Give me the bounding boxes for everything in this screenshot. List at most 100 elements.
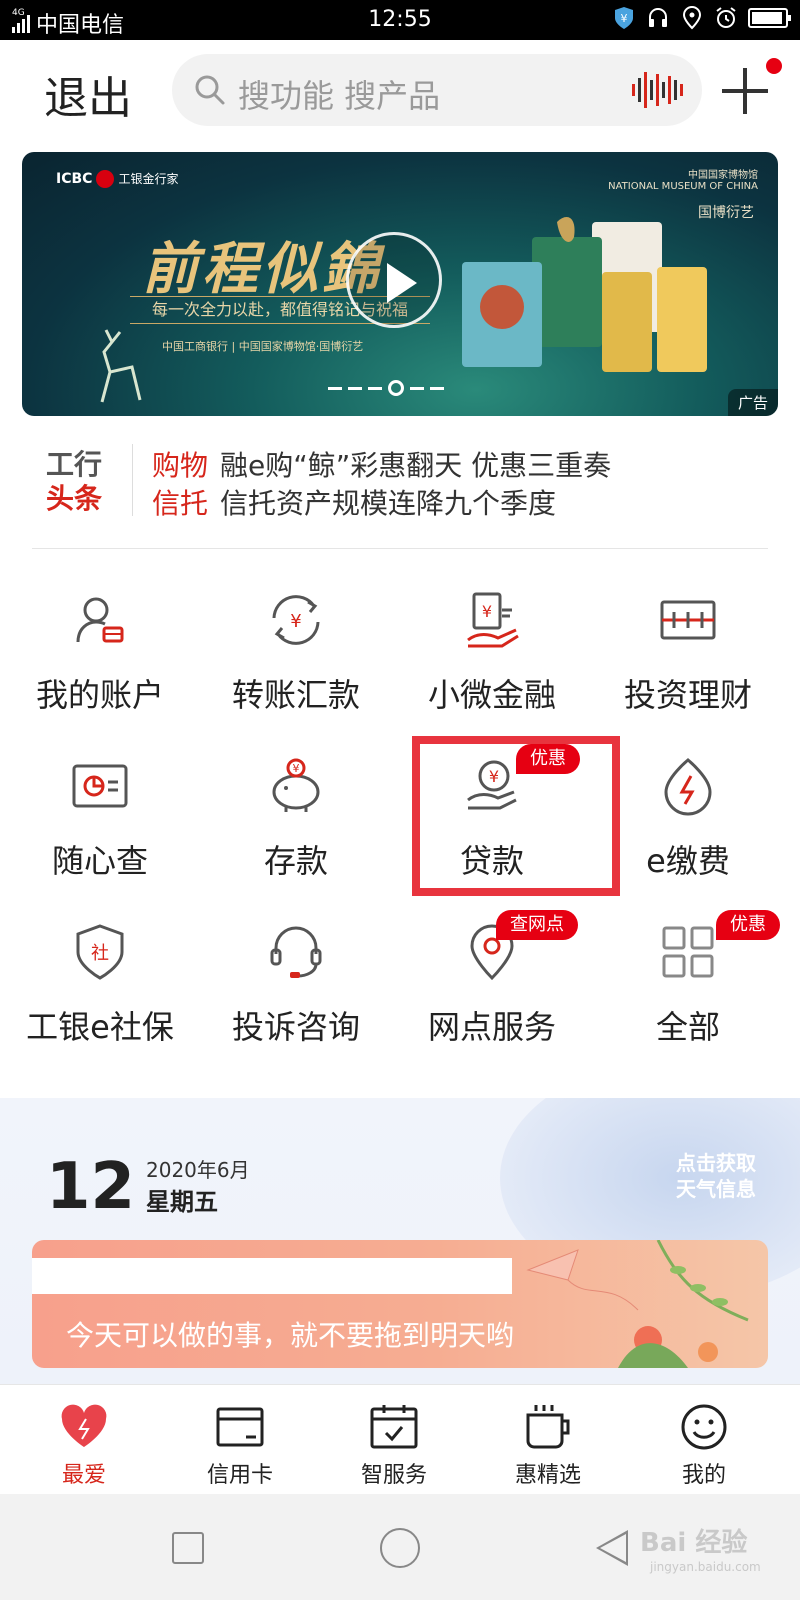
home-icon[interactable] [380,1528,420,1568]
svg-text:¥: ¥ [293,762,300,775]
account-icon [76,597,124,643]
tab-label: 我的 [681,1463,726,1488]
bottom-tab-bar: 最爱 信用卡 智服务 惠精选 我的 [0,1384,800,1494]
date-day: 12 [46,1150,136,1224]
service-deposit[interactable]: ¥ 存款 [196,736,396,896]
service-label: 转账汇款 [231,676,360,714]
social-security-icon: 社 [76,924,124,980]
service-social-security[interactable]: 社 工银e社保 [0,902,200,1062]
alarm-icon [714,6,738,30]
svg-text:¥: ¥ [290,611,301,632]
tab-mine[interactable]: 我的 [624,1385,784,1495]
svg-text:社: 社 [91,943,109,964]
service-label: 小微金融 [427,676,556,714]
status-right: ¥ [612,6,791,30]
promo-banner[interactable]: ICBC 工银金行家 中国国家博物馆 NATIONAL MUSEUM OF CHI… [22,152,778,416]
service-label: 我的账户 [35,676,164,714]
headset-icon [270,926,322,978]
service-label: 投诉咨询 [231,1008,360,1046]
voice-wave-icon[interactable] [630,70,688,114]
service-micro-finance[interactable]: ¥ 小微金融 [392,570,592,730]
headphones-icon [646,6,670,30]
news-tag: 信托 [152,487,209,520]
watermark-logo: Bai 经验 [640,1528,748,1558]
heart-icon [61,1404,107,1447]
service-complaint[interactable]: 投诉咨询 [196,902,396,1062]
tab-favorites[interactable]: 最爱 [4,1385,164,1495]
quote-text: 今天可以做的事，就不要拖到明天哟 [66,1319,515,1352]
recent-apps-icon[interactable] [172,1532,204,1564]
deer-illustration [100,329,142,403]
tab-selected-deals[interactable]: 惠精选 [468,1385,628,1495]
news-logo: 工行 头条 [46,448,103,515]
museum-name: 中国国家博物馆 NATIONAL MUSEUM OF CHINA [608,170,758,192]
notification-dot [766,58,782,74]
promo-badge: 查网点 [496,910,578,940]
plus-icon[interactable] [722,58,782,114]
service-query[interactable]: 随心查 [0,736,200,896]
tab-credit-card[interactable]: 信用卡 [160,1385,320,1495]
svg-text:¥: ¥ [621,12,628,25]
status-bar: 4G 中国电信 12:55 ¥ [0,0,800,40]
service-label: 投资理财 [623,676,752,714]
headline-news: 工行 头条 购物 融e购“鲸”彩惠翻天 优惠三重奏 信托 信托资产规模连降九个季度 [0,432,800,552]
service-my-account[interactable]: 我的账户 [0,570,200,730]
service-label: 全部 [655,1008,720,1046]
promo-badge: 优惠 [716,910,780,940]
service-transfer[interactable]: ¥ 转账汇款 [196,570,396,730]
play-button[interactable] [346,232,442,328]
piggy-bank-icon: ¥ [272,758,320,812]
news-item[interactable]: 信托 信托资产规模连降九个季度 [152,482,556,522]
date-weekday: 星期五 [146,1188,218,1216]
battery-icon [748,8,791,28]
banner-partners: 中国工商银行 | 中国国家博物馆·国博衍艺 [162,340,364,353]
search-bar[interactable]: 搜功能 搜产品 [172,54,702,126]
service-label: 存款 [263,842,328,880]
back-icon[interactable] [596,1530,628,1566]
service-all[interactable]: 全部 优惠 [588,902,788,1062]
news-tag: 购物 [152,449,209,482]
grid-icon [662,926,714,978]
investment-icon [660,600,716,640]
location-status-icon [680,6,704,30]
transfer-icon: ¥ [272,595,320,645]
highlight-box [412,736,620,896]
smiley-icon [681,1404,727,1450]
system-nav-bar: Bai 经验 jingyan.baidu.com [0,1494,800,1600]
service-label: 随心查 [51,842,148,880]
search-icon [194,74,226,110]
exit-button[interactable]: 退出 [44,62,132,126]
shield-yen-icon: ¥ [612,6,636,30]
tab-label: 惠精选 [514,1463,581,1488]
ad-label: 广告 [727,389,778,416]
service-investment[interactable]: 投资理财 [588,570,788,730]
icbc-logo: ICBC 工银金行家 [56,170,179,188]
tab-label: 最爱 [61,1463,106,1488]
date-weather-card[interactable]: 12 2020年6月 星期五 点击获取 天气信息 今天可以做的事，就不要拖到明天… [0,1098,800,1384]
tab-smart-service[interactable]: 智服务 [314,1385,474,1495]
calendar-check-icon [370,1405,418,1449]
search-placeholder: 搜功能 搜产品 [238,77,441,115]
service-branch[interactable]: 网点服务 查网点 [392,902,592,1062]
news-text: 信托资产规模连降九个季度 [220,487,557,520]
daily-quote-card[interactable]: 今天可以做的事，就不要拖到明天哟 [32,1240,768,1368]
weather-hint[interactable]: 点击获取 天气信息 [676,1150,756,1202]
micro-finance-icon: ¥ [467,592,519,648]
credit-card-icon [216,1407,264,1447]
carousel-indicator [328,380,444,396]
query-icon [72,764,128,808]
service-label: 工银e社保 [26,1008,174,1046]
watermark-url: jingyan.baidu.com [650,1560,761,1574]
payment-icon [664,758,712,816]
news-text: 融e购“鲸”彩惠翻天 优惠三重奏 [220,449,612,482]
tab-label: 信用卡 [206,1463,273,1488]
news-item[interactable]: 购物 融e购“鲸”彩惠翻天 优惠三重奏 [152,444,611,484]
banner-headline: 前程似錦 [142,236,382,302]
date-year-month: 2020年6月 [146,1158,250,1182]
top-header: 退出 搜功能 搜产品 [0,40,800,140]
kite-flowers-illustration [526,1240,749,1368]
service-label: 网点服务 [427,1008,556,1046]
svg-text:¥: ¥ [482,602,492,621]
coffee-cup-icon [526,1405,570,1449]
tab-label: 智服务 [360,1463,427,1488]
